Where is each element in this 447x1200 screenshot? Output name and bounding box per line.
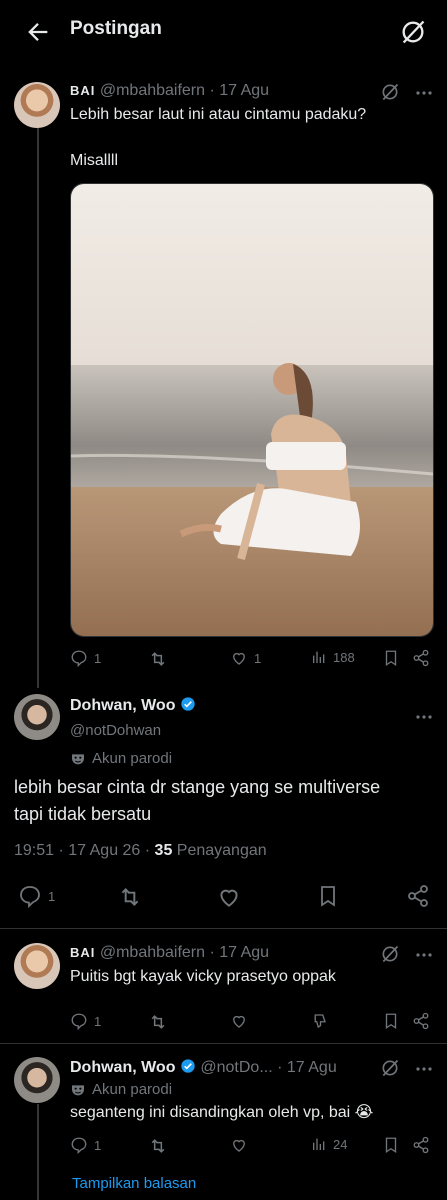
bookmark-icon[interactable] [382,1136,400,1154]
back-arrow-icon[interactable] [24,18,52,46]
more-icon[interactable] [415,952,433,958]
mask-icon [72,753,84,764]
views-count: 24 [333,1136,348,1152]
heart-icon[interactable] [230,1136,248,1154]
display-name[interactable]: BAI [70,945,95,960]
reply-icon [71,1013,87,1030]
main-text-line: tapi tidak bersatu [14,804,152,824]
share-icon[interactable] [412,1136,430,1154]
display-name[interactable]: BAI [70,83,95,98]
share-icon[interactable] [406,884,430,908]
bookmark-icon[interactable] [382,649,400,667]
reply-text: Puitis bgt kayak vicky prasetyo oppak [70,968,336,985]
reply-button[interactable]: 1 [70,649,101,667]
page-title: Postingan [70,18,162,39]
reply-count: 1 [94,1013,102,1029]
reply-time[interactable]: · 17 Agu [277,1059,337,1076]
repost-icon[interactable] [117,884,143,910]
handle-time[interactable]: @mbahbaifern · 17 Agu [100,944,269,961]
heart-icon[interactable] [230,1012,248,1030]
verified-badge-icon [181,697,195,711]
downvote-icon[interactable] [310,1012,328,1030]
reply-button[interactable]: 1 [70,1136,101,1154]
heart-icon[interactable] [216,884,242,910]
author-row: Dohwan, Woo [70,696,196,715]
like-button[interactable]: 1 [230,649,261,667]
handle-time[interactable]: @mbahbaifern · 17 Agu [100,82,269,99]
views-count: 35 [154,842,173,859]
main-text-line: lebih besar cinta dr stange yang se mult… [14,777,381,797]
more-icon[interactable] [415,1066,433,1072]
avatar[interactable] [14,694,60,740]
handle[interactable]: @notDo... [200,1059,272,1076]
reply-button[interactable]: 1 [70,1012,101,1030]
display-name[interactable]: Dohwan, Woo [70,697,175,714]
bookmark-icon[interactable] [316,884,340,908]
more-icon[interactable] [415,90,433,96]
reply-text: seganteng ini disandingkan oleh vp, bai … [70,1104,374,1121]
parody-text: Akun parodi [92,1081,173,1098]
post-text-line: Misallll [70,152,118,169]
grok-icon[interactable] [380,944,400,964]
photo-figure [71,363,433,561]
views-icon [313,651,325,663]
grok-icon[interactable] [399,18,427,46]
verified-badge-icon [181,1059,195,1073]
avatar[interactable] [14,82,60,128]
repost-icon[interactable] [148,1136,168,1156]
handle[interactable]: @notDohwan [70,722,161,739]
post-header: BAI @mbahbaifern · 17 Agu [70,82,269,100]
views-button[interactable]: 188 [311,649,355,665]
reply-header: Dohwan, Woo @notDo... · 17 Agu [70,1058,337,1077]
top-bar: Postingan [0,0,447,64]
bookmark-icon[interactable] [382,1012,400,1030]
thread-line [37,128,39,688]
timestamp[interactable]: 19:51 · 17 Agu 26 · [14,842,155,859]
display-name[interactable]: Dohwan, Woo [70,1059,175,1076]
grok-icon[interactable] [380,82,400,102]
reply-header: BAI @mbahbaifern · 17 Agu [70,944,269,962]
share-icon[interactable] [412,1012,430,1030]
views-count: 188 [333,649,355,665]
avatar[interactable] [14,943,60,989]
heart-icon [233,652,245,665]
like-count: 1 [254,650,262,666]
grok-icon[interactable] [380,1058,400,1078]
thread-line [37,1104,39,1200]
reply-button[interactable]: 1 [18,884,55,908]
share-icon[interactable] [412,649,430,667]
parody-label: Akun parodi [70,1081,172,1098]
show-replies-link[interactable]: Tampilkan balasan [72,1175,196,1192]
divider [0,1043,447,1044]
repost-icon[interactable] [148,1012,168,1032]
reply-count: 1 [48,888,56,904]
divider [0,928,447,929]
post-photo[interactable] [70,183,434,637]
repost-icon[interactable] [148,649,168,669]
post-meta: 19:51 · 17 Agu 26 · 35 Penayangan [14,842,267,860]
reply-icon [71,1137,87,1154]
post-text-line: Lebih besar laut ini atau cintamu padaku… [70,106,367,123]
avatar[interactable] [14,1057,60,1103]
reply-icon [20,886,40,908]
reply-count: 1 [94,650,102,666]
more-icon[interactable] [415,714,433,720]
views-label: Penayangan [172,842,267,859]
parody-label: Akun parodi [70,750,172,767]
mask-icon [72,1084,84,1095]
reply-icon [71,650,87,667]
parody-text: Akun parodi [92,750,173,767]
views-button[interactable]: 24 [311,1136,347,1152]
views-icon [313,1138,325,1150]
reply-count: 1 [94,1137,102,1153]
